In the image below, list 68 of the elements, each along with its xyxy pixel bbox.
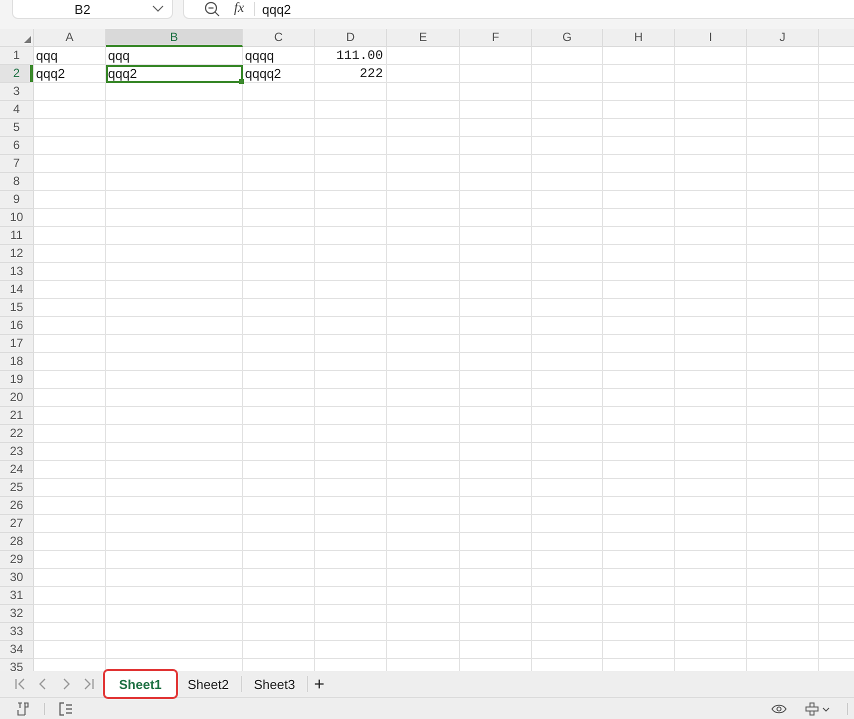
column-header[interactable]: E (387, 29, 460, 47)
row-header[interactable]: 28 (0, 533, 34, 551)
zoom-out-icon[interactable] (204, 1, 220, 17)
table-cell-text: 111.00 (335, 47, 384, 65)
row-header[interactable]: 24 (0, 461, 34, 479)
table-cell: qqq2 (106, 65, 243, 83)
row-header[interactable]: 15 (0, 299, 34, 317)
row-header[interactable]: 5 (0, 119, 34, 137)
row-header[interactable]: 12 (0, 245, 34, 263)
column-header[interactable]: I (675, 29, 747, 47)
row-header[interactable]: 19 (0, 371, 34, 389)
row-header[interactable]: 26 (0, 497, 34, 515)
macro-icon[interactable] (16, 702, 30, 716)
column-header[interactable]: J (747, 29, 819, 47)
row-header[interactable]: 23 (0, 443, 34, 461)
outline-icon[interactable] (59, 702, 73, 716)
row-header[interactable]: 4 (0, 101, 34, 119)
row-header[interactable]: 29 (0, 551, 34, 569)
column-header[interactable]: G (532, 29, 603, 47)
fill-handle[interactable] (239, 79, 244, 84)
table-cell-text: qqq (35, 47, 59, 65)
select-all-icon[interactable] (24, 36, 31, 43)
eye-icon[interactable] (771, 702, 787, 714)
row-header[interactable]: 14 (0, 281, 34, 299)
row-header[interactable]: 33 (0, 623, 34, 641)
row-header[interactable]: 20 (0, 389, 34, 407)
row-header[interactable]: 32 (0, 605, 34, 623)
table-cell-text: qqqq (244, 47, 275, 65)
row-header[interactable]: 34 (0, 641, 34, 659)
column-header[interactable]: H (603, 29, 675, 47)
row-header[interactable]: 2 (0, 65, 34, 83)
sheet-tab[interactable]: Sheet1 (105, 671, 176, 697)
row-header[interactable]: 17 (0, 335, 34, 353)
table-cell-text: qqq2 (35, 65, 66, 83)
column-header[interactable]: A (34, 29, 106, 47)
function-button[interactable]: fx (234, 1, 244, 17)
row-header[interactable]: 35 (0, 659, 34, 671)
row-header[interactable]: 13 (0, 263, 34, 281)
row-header[interactable]: 21 (0, 407, 34, 425)
column-header[interactable]: D (315, 29, 387, 47)
column-header[interactable]: C (243, 29, 315, 47)
row-header[interactable]: 6 (0, 137, 34, 155)
row-header[interactable]: 7 (0, 155, 34, 173)
column-header[interactable]: B (106, 29, 243, 47)
column-header[interactable]: F (460, 29, 532, 47)
row-header[interactable]: 25 (0, 479, 34, 497)
add-sheet-button[interactable]: + (308, 671, 331, 697)
table-cell-text: qqqq2 (244, 65, 282, 83)
chevron-down-icon[interactable] (152, 5, 164, 13)
name-box[interactable]: B2 (12, 0, 173, 19)
table-cell-text: 222 (358, 65, 384, 83)
row-header[interactable]: 10 (0, 209, 34, 227)
row-header[interactable]: 3 (0, 83, 34, 101)
sheet-tab[interactable]: Sheet3 (242, 671, 308, 697)
row-header[interactable]: 9 (0, 191, 34, 209)
row-header[interactable]: 27 (0, 515, 34, 533)
layout-icon[interactable] (805, 702, 831, 716)
row-header[interactable]: 30 (0, 569, 34, 587)
row-header[interactable]: 8 (0, 173, 34, 191)
row-header[interactable]: 1 (0, 47, 34, 65)
table-cell-text: qqq (107, 47, 131, 65)
formula-input[interactable]: qqq2 (262, 2, 292, 16)
sheet-tab[interactable]: Sheet2 (176, 671, 241, 697)
row-header[interactable]: 31 (0, 587, 34, 605)
row-header[interactable]: 16 (0, 317, 34, 335)
row-header[interactable]: 18 (0, 353, 34, 371)
row-header[interactable]: 11 (0, 227, 34, 245)
row-header[interactable]: 22 (0, 425, 34, 443)
